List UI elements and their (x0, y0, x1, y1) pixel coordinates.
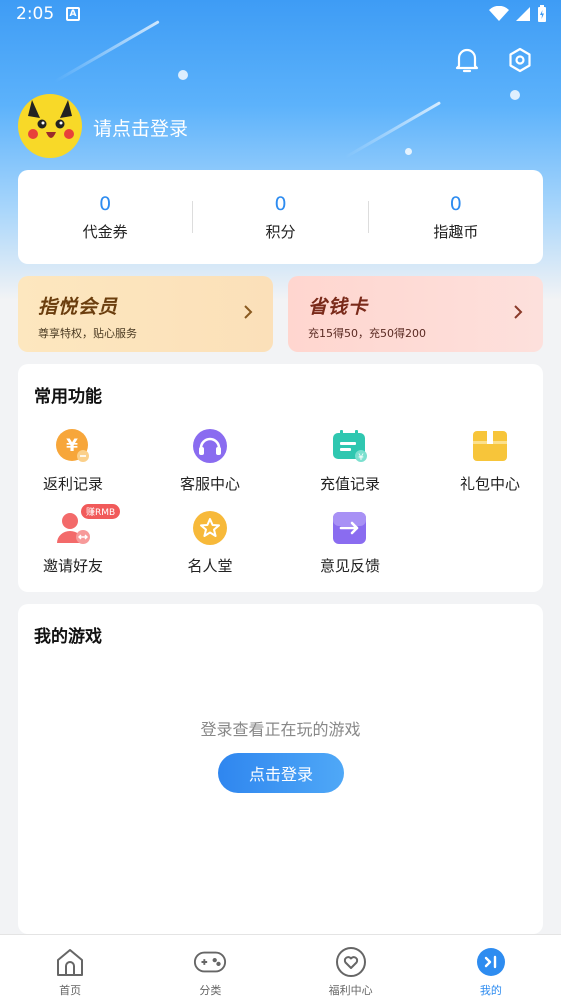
vip-membership-card[interactable]: 指悦会员 尊享特权，贴心服务 (18, 276, 273, 352)
func-gift-center[interactable]: 礼包中心 (435, 428, 545, 494)
savings-subtitle: 充15得50，充50得200 (308, 327, 426, 340)
tab-category[interactable]: 分类 (140, 935, 280, 1000)
bell-icon[interactable] (451, 44, 483, 76)
stat-value: 0 (99, 192, 112, 215)
stat-vouchers[interactable]: 0 代金券 (18, 193, 192, 242)
star-icon (192, 510, 228, 546)
vip-title: 指悦会员 (38, 296, 119, 318)
notification-icon: A (66, 7, 80, 21)
stat-label: 积分 (265, 222, 296, 241)
savings-card[interactable]: 省钱卡 充15得50，充50得200 (288, 276, 543, 352)
status-icons (489, 5, 547, 23)
gamepad-icon (193, 945, 227, 979)
func-recharge-records[interactable]: ¥ 充值记录 (295, 428, 405, 494)
status-time: 2:05 (16, 4, 55, 24)
stat-label: 代金券 (82, 222, 128, 241)
invite-icon: 赚RMB (55, 504, 121, 546)
tab-label: 首页 (59, 984, 82, 997)
tab-label: 分类 (199, 984, 222, 997)
chevron-right-icon (244, 305, 253, 319)
decor-dot (510, 90, 520, 100)
func-label: 返利记录 (42, 475, 103, 493)
battery-icon (538, 5, 546, 22)
func-label: 充值记录 (319, 475, 380, 493)
recharge-icon: ¥ (332, 428, 368, 464)
func-invite-friends[interactable]: 赚RMB 邀请好友 (18, 504, 128, 576)
login-button[interactable]: 点击登录 (218, 753, 344, 793)
stat-value: 0 (274, 192, 287, 215)
stat-coins[interactable]: 0 指趣币 (369, 193, 543, 242)
signal-icon (516, 7, 530, 21)
avatar[interactable] (18, 94, 82, 158)
func-customer-service[interactable]: 客服中心 (155, 428, 265, 494)
rebate-icon: ¥ (55, 428, 91, 464)
func-label: 意见反馈 (319, 557, 380, 575)
tab-label: 福利中心 (328, 984, 373, 997)
stats-card: 0 代金券 0 积分 0 指趣币 (18, 170, 543, 264)
headset-icon (192, 428, 228, 464)
stat-value: 0 (449, 192, 462, 215)
func-feedback[interactable]: 意见反馈 (295, 510, 405, 576)
section-title: 我的游戏 (34, 627, 102, 647)
decor-dot (178, 70, 188, 80)
func-label: 礼包中心 (459, 475, 520, 493)
savings-title: 省钱卡 (308, 296, 369, 318)
feedback-icon (332, 510, 368, 546)
wifi-icon (489, 6, 509, 21)
empty-state-text: 登录查看正在玩的游戏 (200, 720, 361, 739)
svg-text:¥: ¥ (66, 436, 78, 456)
stat-label: 指趣币 (433, 222, 479, 241)
status-bar: 2:05 A (0, 0, 561, 30)
earn-rmb-badge: 赚RMB (81, 504, 121, 519)
svg-text:¥: ¥ (358, 453, 364, 463)
common-functions-card: 常用功能 ¥ 返利记录 客服中心 ¥ 充值记录 礼包中心 赚RMB 邀请好友 名… (18, 364, 543, 592)
func-label: 客服中心 (179, 475, 240, 493)
tab-label: 我的 (479, 984, 502, 997)
vip-subtitle: 尊享特权，贴心服务 (38, 327, 137, 340)
func-label: 邀请好友 (42, 557, 103, 575)
tab-home[interactable]: 首页 (0, 935, 140, 1000)
decor-dot (405, 148, 412, 155)
login-prompt[interactable]: 请点击登录 (93, 114, 188, 141)
home-icon (53, 945, 87, 979)
profile-icon (474, 945, 508, 979)
gift-icon (472, 428, 508, 464)
stat-points[interactable]: 0 积分 (193, 193, 367, 242)
settings-gear-icon[interactable] (504, 44, 536, 76)
func-rebate-records[interactable]: ¥ 返利记录 (18, 428, 128, 494)
chevron-right-icon (514, 305, 523, 319)
func-label: 名人堂 (187, 557, 233, 575)
tab-welfare-center[interactable]: 福利中心 (281, 935, 421, 1000)
heart-icon (334, 945, 368, 979)
tab-mine[interactable]: 我的 (421, 935, 561, 1000)
my-games-card: 我的游戏 登录查看正在玩的游戏 点击登录 (18, 604, 543, 934)
bottom-tab-bar: 首页 分类 福利中心 我的 (0, 934, 561, 1000)
func-hall-of-fame[interactable]: 名人堂 (155, 510, 265, 576)
section-title: 常用功能 (34, 387, 102, 407)
decor-streak (344, 101, 442, 159)
